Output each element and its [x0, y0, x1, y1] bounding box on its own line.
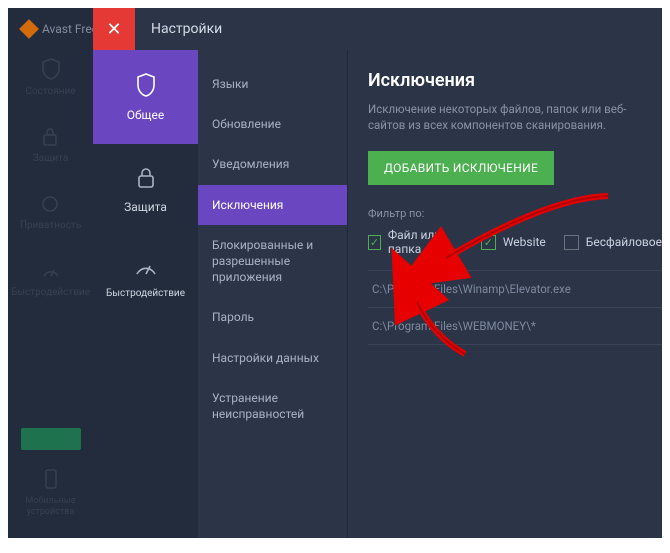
- shield-icon: [41, 58, 61, 80]
- fingerprint-icon: [40, 194, 60, 214]
- subnav-update[interactable]: Обновление: [198, 104, 347, 144]
- checkbox-icon: [368, 235, 381, 250]
- lock-icon: [136, 166, 156, 190]
- filter-label: Бесфайловое: [586, 235, 662, 249]
- add-exclusion-button[interactable]: ДОБАВИТЬ ИСКЛЮЧЕНИЕ: [368, 151, 554, 185]
- app-window: Состояние Защита Приватность Быстродейст…: [8, 8, 662, 538]
- gauge-icon: [134, 258, 158, 278]
- subnav-label: Исключения: [212, 198, 283, 212]
- settings-category-nav: Общее Защита Быстродействие: [93, 50, 198, 538]
- subnav-label: Устранение неисправностей: [212, 391, 304, 421]
- close-icon: ✕: [106, 19, 121, 40]
- subnav-label: Языки: [212, 77, 248, 91]
- filter-row: Файл или папка Website Бесфайловое: [368, 228, 662, 256]
- filter-label: Website: [503, 235, 546, 249]
- subnav-label: Настройки данных: [212, 351, 319, 365]
- subnav-label: Уведомления: [212, 157, 289, 171]
- upgrade-button[interactable]: [21, 428, 81, 450]
- checkbox-icon: [564, 235, 579, 250]
- add-button-label: ДОБАВИТЬ ИСКЛЮЧЕНИЕ: [384, 161, 538, 175]
- category-label: Быстродействие: [106, 288, 185, 299]
- page-heading: Исключения: [368, 70, 662, 91]
- category-protection[interactable]: Защита: [93, 144, 198, 236]
- settings-sub-nav: Языки Обновление Уведомления Исключения …: [198, 50, 348, 538]
- filter-file-folder[interactable]: Файл или папка: [368, 228, 463, 256]
- category-general[interactable]: Общее: [93, 50, 198, 144]
- modal-title: Настройки: [151, 21, 222, 37]
- checkbox-icon: [481, 235, 496, 250]
- logo-icon: [19, 19, 39, 39]
- main-nav-privacy[interactable]: Приватность: [20, 194, 81, 231]
- page-subtext: Исключение некоторых файлов, папок или в…: [368, 101, 662, 133]
- subnav-label: Обновление: [212, 117, 281, 131]
- exclusion-path: C:\Program Files\WEBMONEY\*: [372, 319, 536, 333]
- main-sidebar: Состояние Защита Приватность Быстродейст…: [8, 8, 93, 538]
- close-button[interactable]: ✕: [93, 8, 135, 50]
- modal-body: Общее Защита Быстродействие Языки Обновл…: [93, 50, 662, 538]
- filter-label: Файл или папка: [388, 228, 463, 256]
- main-nav-performance[interactable]: Быстродействие: [11, 261, 90, 298]
- lock-icon: [41, 127, 59, 147]
- exclusion-row[interactable]: C:\Program Files\WEBMONEY\*: [368, 308, 662, 345]
- main-nav-status[interactable]: Состояние: [25, 58, 75, 97]
- subnav-password[interactable]: Пароль: [198, 297, 347, 337]
- subnav-notifications[interactable]: Уведомления: [198, 144, 347, 184]
- category-label: Защита: [124, 200, 167, 214]
- category-performance[interactable]: Быстродействие: [93, 236, 198, 321]
- subnav-blocked-allowed[interactable]: Блокированные и разрешенные приложения: [198, 225, 347, 298]
- main-nav-label: Быстродействие: [11, 287, 90, 298]
- gauge-icon: [41, 261, 61, 281]
- exclusion-path: C:\Program Files\Winamp\Elevator.exe: [372, 282, 571, 296]
- category-label: Общее: [127, 108, 165, 122]
- mobile-label: Мобильные устройства: [8, 496, 93, 518]
- exclusion-list: C:\Program Files\Winamp\Elevator.exe C:\…: [368, 270, 662, 345]
- modal-titlebar: ✕ Настройки: [93, 8, 662, 50]
- settings-content: Исключения Исключение некоторых файлов, …: [348, 50, 662, 538]
- filter-fileless[interactable]: Бесфайловое: [564, 235, 662, 250]
- exclusion-row[interactable]: C:\Program Files\Winamp\Elevator.exe: [368, 271, 662, 308]
- subnav-label: Блокированные и разрешенные приложения: [212, 238, 313, 284]
- filter-website[interactable]: Website: [481, 235, 546, 250]
- subnav-label: Пароль: [212, 310, 254, 324]
- settings-modal: ✕ Настройки Общее Защита Быстродействие: [93, 8, 662, 538]
- mobile-devices[interactable]: Мобильные устройства: [8, 468, 93, 518]
- filter-by-label: Фильтр по:: [368, 207, 662, 220]
- subnav-troubleshoot[interactable]: Устранение неисправностей: [198, 378, 347, 434]
- main-nav-label: Состояние: [25, 86, 75, 97]
- shield-icon: [135, 72, 157, 98]
- subnav-data-settings[interactable]: Настройки данных: [198, 338, 347, 378]
- subnav-languages[interactable]: Языки: [198, 64, 347, 104]
- main-nav-protection[interactable]: Защита: [33, 127, 69, 164]
- main-nav-label: Приватность: [20, 220, 81, 231]
- phone-icon: [43, 468, 59, 490]
- main-nav-label: Защита: [33, 153, 69, 164]
- subnav-exclusions[interactable]: Исключения: [198, 185, 347, 225]
